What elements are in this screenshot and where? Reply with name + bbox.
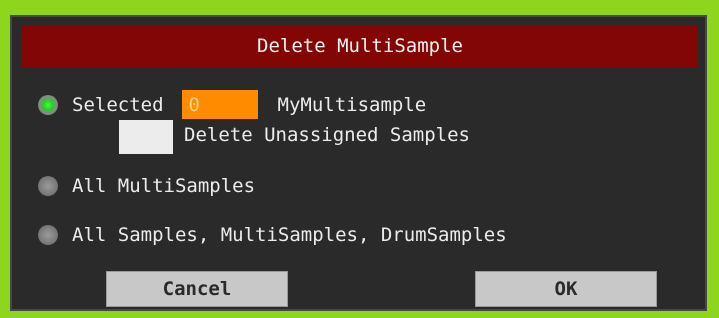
option-selected-label: Selected [72, 93, 164, 116]
delete-unassigned-checkbox[interactable] [119, 120, 173, 154]
option-all-samples-label: All Samples, MultiSamples, DrumSamples [72, 224, 507, 246]
option-selected-row[interactable]: Selected 0 MyMultisample [38, 90, 426, 119]
radio-all-samples[interactable] [38, 225, 58, 245]
option-all-samples-row[interactable]: All Samples, MultiSamples, DrumSamples [38, 224, 507, 246]
radio-all-multisamples[interactable] [38, 176, 58, 196]
radio-selected[interactable] [38, 94, 58, 115]
delete-unassigned-label: Delete Unassigned Samples [184, 124, 470, 146]
option-all-multisamples-label: All MultiSamples [72, 175, 256, 197]
ok-button[interactable]: OK [475, 271, 657, 307]
option-all-multisamples-row[interactable]: All MultiSamples [38, 175, 255, 197]
cancel-button[interactable]: Cancel [106, 271, 288, 307]
multisample-index-field[interactable]: 0 [181, 90, 258, 119]
dialog-title: Delete MultiSample [22, 25, 698, 67]
multisample-name: MyMultisample [277, 93, 427, 116]
delete-multisample-dialog: Delete MultiSample Selected 0 MyMultisam… [10, 15, 707, 311]
